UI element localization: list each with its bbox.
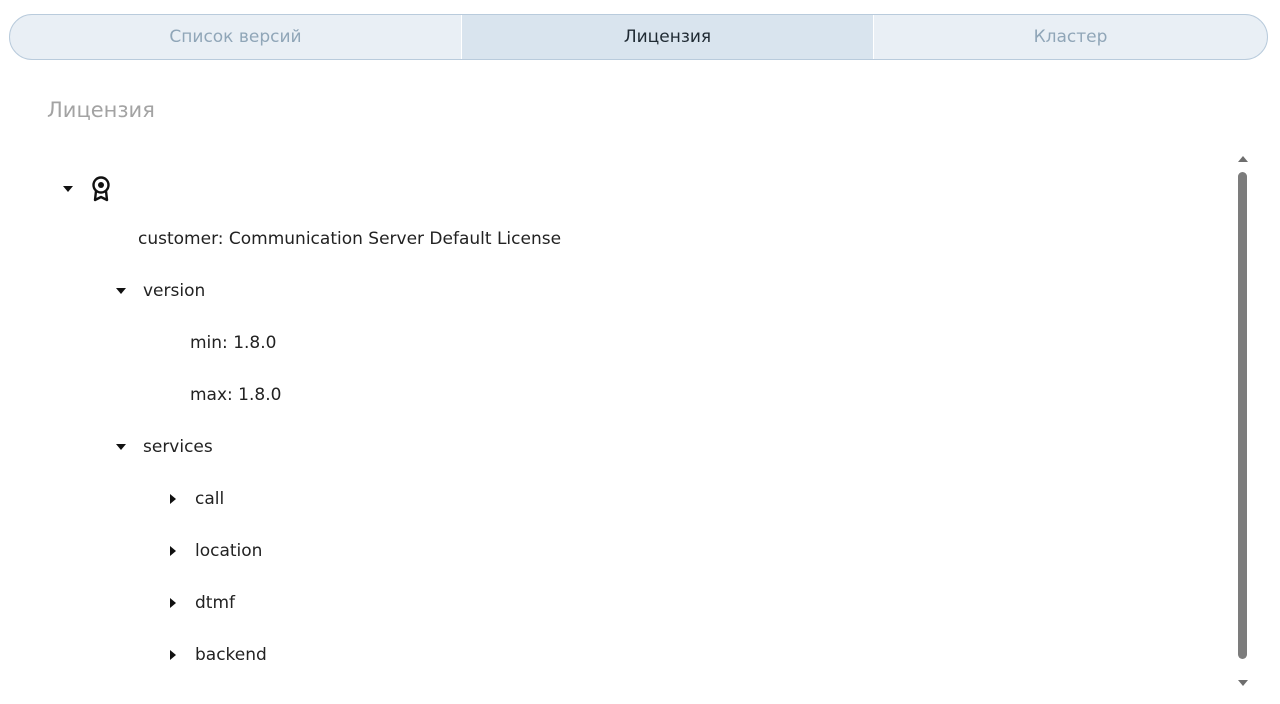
license-tree: customer: Communication Server Default L… — [0, 160, 1230, 690]
tree-node-backend[interactable]: backend — [167, 640, 267, 670]
version-min-value: min: 1.8.0 — [190, 333, 277, 353]
award-icon — [92, 176, 110, 202]
tab-cluster[interactable]: Кластер — [874, 15, 1267, 59]
tree-node-dtmf[interactable]: dtmf — [167, 588, 235, 618]
tree-root-node[interactable] — [62, 174, 112, 204]
tree-leaf-min: min: 1.8.0 — [190, 328, 276, 358]
tree-leaf-max: max: 1.8.0 — [190, 380, 281, 410]
service-label: location — [195, 541, 263, 561]
services-label: services — [143, 437, 213, 457]
version-label: version — [143, 281, 206, 301]
section-title: Лицензия — [47, 98, 155, 122]
caret-down-icon[interactable] — [115, 444, 127, 450]
scroll-down-arrow-icon[interactable] — [1238, 680, 1248, 686]
scroll-up-arrow-icon[interactable] — [1238, 156, 1248, 162]
tab-bar: Список версий Лицензия Кластер — [9, 14, 1268, 60]
tree-node-services[interactable]: services — [115, 432, 213, 462]
caret-down-icon[interactable] — [62, 186, 74, 192]
service-label: call — [195, 489, 225, 509]
tree-node-version[interactable]: version — [115, 276, 205, 306]
service-label: dtmf — [195, 593, 236, 613]
tab-license[interactable]: Лицензия — [462, 15, 874, 59]
caret-right-icon[interactable] — [167, 650, 179, 660]
version-max-value: max: 1.8.0 — [190, 385, 282, 405]
tree-leaf-customer: customer: Communication Server Default L… — [138, 224, 561, 254]
caret-right-icon[interactable] — [167, 598, 179, 608]
tree-node-call[interactable]: call — [167, 484, 224, 514]
scrollbar-thumb[interactable] — [1238, 172, 1247, 659]
caret-right-icon[interactable] — [167, 494, 179, 504]
caret-down-icon[interactable] — [115, 288, 127, 294]
customer-value: customer: Communication Server Default L… — [138, 229, 562, 249]
tree-node-location[interactable]: location — [167, 536, 262, 566]
tab-version-list[interactable]: Список версий — [10, 15, 462, 59]
service-label: backend — [195, 645, 267, 665]
caret-right-icon[interactable] — [167, 546, 179, 556]
vertical-scrollbar[interactable] — [1236, 152, 1250, 690]
